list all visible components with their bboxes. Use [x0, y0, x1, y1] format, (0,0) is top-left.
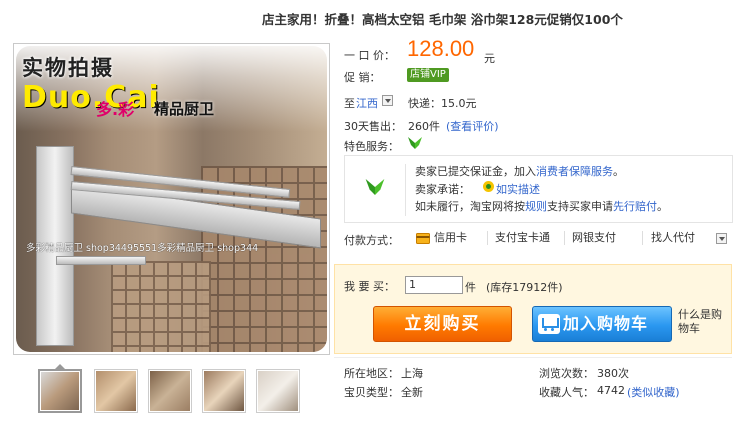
location-value: 上海: [401, 367, 423, 380]
location-label: 所在地区：: [344, 367, 399, 380]
thumbnail[interactable]: [38, 364, 82, 413]
chevron-down-icon[interactable]: [382, 95, 393, 106]
photo-label-tagline: 精品厨卫: [154, 100, 215, 118]
as-described-link[interactable]: 如实描述: [496, 181, 540, 197]
photo-label-brand: Duo.Cai: [22, 80, 160, 115]
vip-badge: 店铺VIP: [407, 68, 449, 82]
advance-compensation-link[interactable]: 先行赔付: [613, 200, 657, 213]
divider: [564, 231, 565, 245]
views-label: 浏览次数：: [539, 367, 594, 380]
promise-icon: [483, 181, 494, 192]
rules-link[interactable]: 规则: [525, 200, 547, 213]
consumer-guard-icon[interactable]: [406, 135, 424, 151]
deposit-text: 卖家已提交保证金，加入消费者保障服务。: [415, 163, 624, 179]
promise-label: 卖家承诺：: [415, 183, 470, 196]
similar-favorites-link[interactable]: (类似收藏): [627, 384, 680, 400]
thumbnail[interactable]: [202, 369, 246, 413]
photo-label-brand-cn: 多.彩: [96, 100, 135, 119]
favorites-label: 收藏人气：: [539, 386, 594, 399]
sales-count: 260件: [408, 120, 440, 133]
payment-method-proxy-pay[interactable]: 找人代付: [651, 230, 695, 246]
thumbnail[interactable]: [148, 369, 192, 413]
divider: [487, 231, 488, 245]
payment-method-online-bank[interactable]: 网银支付: [572, 230, 616, 246]
rule-text-mid: 支持买家申请: [547, 200, 613, 213]
rule-text-end: 。: [657, 200, 668, 213]
quantity-label: 我 要 买：: [344, 280, 395, 293]
stock-count: (库存17912件): [486, 281, 563, 294]
what-is-cart-link[interactable]: 什么是购物车: [678, 308, 728, 336]
promo-label: 促 销：: [344, 71, 381, 84]
photo-label-real-shot: 实物拍摄: [22, 56, 114, 80]
shipping-method: 快递：15.0元: [408, 97, 477, 110]
consumer-guard-icon: [365, 179, 385, 195]
views-value: 380次: [597, 367, 629, 380]
product-photo: 实物拍摄 Duo.Cai 多.彩 精品厨卫 多彩精品厨卫 shop3449555…: [16, 46, 327, 352]
ship-region-select[interactable]: 江西: [356, 95, 378, 111]
rack-bar: [56, 256, 146, 265]
wall-tiles-lower: [111, 261, 211, 352]
price-unit: 元: [484, 52, 495, 65]
ship-to-label: 至: [344, 97, 355, 110]
divider: [642, 231, 643, 245]
quantity-unit: 件: [465, 281, 476, 294]
item-type-label: 宝贝类型：: [344, 386, 399, 399]
main-product-image[interactable]: 实物拍摄 Duo.Cai 多.彩 精品厨卫 多彩精品厨卫 shop3449555…: [13, 43, 330, 355]
services-label: 特色服务：: [344, 140, 399, 153]
buy-now-button[interactable]: 立刻购买: [373, 306, 512, 342]
quantity-input[interactable]: 1: [405, 276, 463, 294]
chevron-down-icon[interactable]: [716, 233, 727, 244]
divider: [334, 357, 732, 358]
active-arrow-icon: [54, 364, 66, 370]
product-title: 店主家用！折叠！高档太空铝 毛巾架 浴巾架128元促销仅100个: [262, 12, 623, 27]
item-type-value: 全新: [401, 386, 423, 399]
compensation-rule: 如未履行，淘宝网将按规则支持买家申请先行赔付。: [415, 198, 668, 214]
consumer-protection-link[interactable]: 消费者保障服务: [536, 165, 613, 178]
rule-text-pre: 如未履行，淘宝网将按: [415, 200, 525, 213]
view-reviews-link[interactable]: (查看评价): [446, 118, 499, 134]
payment-method-alipay-card[interactable]: 支付宝卡通: [495, 230, 550, 246]
thumbnail[interactable]: [94, 369, 138, 413]
cart-icon: [538, 314, 560, 334]
deposit-text-end: 。: [613, 165, 624, 178]
credit-card-icon: [416, 233, 430, 244]
payment-method-credit-card[interactable]: 信用卡: [434, 230, 467, 246]
divider: [405, 164, 406, 216]
price-label: 一 口 价：: [344, 49, 395, 62]
thumbnail[interactable]: [256, 369, 300, 413]
sales-label: 30天售出：: [344, 120, 402, 133]
favorites-count: 4742: [597, 384, 625, 397]
price-value: 128.00: [407, 36, 475, 61]
deposit-text-prefix: 卖家已提交保证金，加入: [415, 165, 536, 178]
photo-watermark: 多彩精品厨卫 shop34495551多彩精品厨卫 shop344: [26, 243, 259, 254]
payment-label: 付款方式：: [344, 234, 399, 247]
